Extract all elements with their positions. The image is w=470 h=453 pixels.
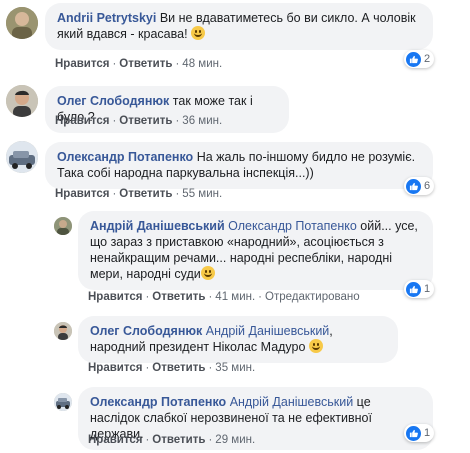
smirking-face-emoji [200, 266, 215, 280]
like-button[interactable]: Нравится [88, 362, 142, 374]
comment-bubble: Олег Слободянюк Андрій Данішевський, нар… [78, 316, 398, 363]
like-icon [406, 51, 421, 67]
like-icon [406, 178, 421, 194]
smiling-face-emoji [308, 339, 323, 353]
comment-actions: Нравится · Ответить · 29 мин. [88, 434, 256, 446]
comment-time[interactable]: 55 мин. [182, 188, 222, 200]
comment-time[interactable]: 36 мин. [182, 115, 222, 127]
like-button[interactable]: Нравится [55, 188, 109, 200]
avatar[interactable] [54, 322, 72, 340]
reaction-count[interactable]: 6 [404, 177, 435, 195]
likes-count: 2 [424, 53, 431, 65]
like-button[interactable]: Нравится [55, 115, 109, 127]
comment-bubble: Олександр Потапенко На жаль по-іншому би… [45, 142, 433, 189]
comment-author[interactable]: Andrii Petrytskyi [57, 11, 156, 25]
reaction-count[interactable]: 1 [404, 280, 435, 298]
comment-mention[interactable]: Андрій Данішевський [206, 324, 330, 338]
comment-actions: Нравится · Ответить · 48 мин. [55, 58, 223, 70]
comment-actions: Нравится · Ответить · 36 мин. [55, 115, 223, 127]
reply-button[interactable]: Ответить [119, 115, 172, 127]
comment-author[interactable]: Андрій Данішевський [90, 219, 225, 233]
avatar[interactable] [6, 141, 38, 173]
comment-author[interactable]: Олександр Потапенко [57, 150, 193, 164]
like-button[interactable]: Нравится [88, 291, 142, 303]
like-button[interactable]: Нравится [55, 58, 109, 70]
comment-mention[interactable]: Андрій Данішевський [230, 395, 354, 409]
edited-label[interactable]: Отредактировано [265, 291, 360, 303]
avatar[interactable] [6, 7, 38, 39]
comment-mention[interactable]: Олександр Потапенко [228, 219, 357, 233]
reply-button[interactable]: Ответить [152, 362, 205, 374]
reply-button[interactable]: Ответить [119, 58, 172, 70]
like-button[interactable]: Нравится [88, 434, 142, 446]
like-icon [406, 281, 421, 297]
comment-actions: Нравится · Ответить · 55 мин. [55, 188, 223, 200]
comment-time[interactable]: 35 мин. [215, 362, 255, 374]
avatar[interactable] [54, 393, 72, 411]
comment-time[interactable]: 41 мин. [215, 291, 255, 303]
comment-author[interactable]: Олександр Потапенко [90, 395, 226, 409]
reaction-count[interactable]: 2 [404, 50, 435, 68]
grinning-face-emoji [191, 26, 206, 40]
comment-actions: Нравится · Ответить · 35 мин. [88, 362, 256, 374]
comment-time[interactable]: 48 мин. [182, 58, 222, 70]
reply-button[interactable]: Ответить [152, 434, 205, 446]
likes-count: 1 [424, 427, 431, 439]
reply-button[interactable]: Ответить [152, 291, 205, 303]
comment-time[interactable]: 29 мин. [215, 434, 255, 446]
likes-count: 1 [424, 283, 431, 295]
reaction-count[interactable]: 1 [404, 424, 435, 442]
reply-button[interactable]: Ответить [119, 188, 172, 200]
avatar[interactable] [6, 85, 38, 117]
comment-bubble: Андрій Данішевський Олександр Потапенко … [78, 211, 433, 290]
comment-actions: Нравится · Ответить · 41 мин. · Отредактирован… [88, 291, 360, 303]
avatar[interactable] [54, 217, 72, 235]
comment-bubble: Andrii Petrytskyi Ви не вдаватиметесь бо… [45, 3, 433, 50]
likes-count: 6 [424, 180, 431, 192]
comment-author[interactable]: Олег Слободянюк [57, 94, 169, 108]
like-icon [406, 425, 421, 441]
comment-author[interactable]: Олег Слободянюк [90, 324, 202, 338]
